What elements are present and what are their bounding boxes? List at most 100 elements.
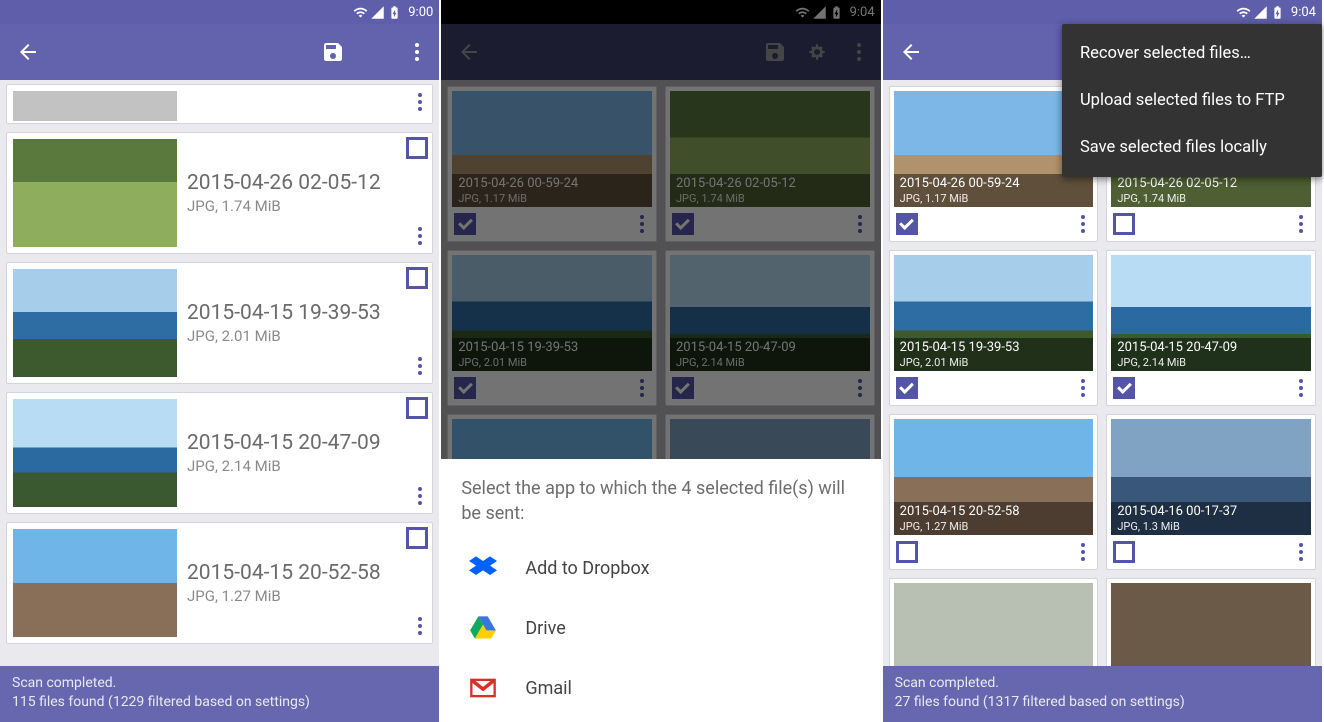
- grid-item[interactable]: 2015-04-15 19-39-53JPG, 2.01 MiB: [889, 250, 1099, 406]
- item-overflow-icon[interactable]: [852, 211, 868, 237]
- share-label: Gmail: [525, 678, 572, 699]
- item-title: 2015-04-26 00-59-24: [458, 176, 646, 192]
- share-label: Drive: [525, 618, 565, 639]
- screen-overflow-menu: 9:04 2015-04-26 00-59-24JPG, 1.17 MiB 20…: [883, 0, 1324, 722]
- item-checkbox[interactable]: [1113, 541, 1135, 563]
- item-title: 2015-04-26 02-05-12: [187, 171, 426, 195]
- menu-upload-ftp[interactable]: Upload selected files to FTP: [1062, 77, 1322, 124]
- grid-item[interactable]: 2015-04-26 02-05-12JPG, 1.74 MiB: [665, 86, 875, 242]
- item-overflow-icon[interactable]: [634, 375, 650, 401]
- item-subtitle: JPG, 2.14 MiB: [1117, 356, 1305, 370]
- thumbnail: 2015-04-15 19-39-53JPG, 2.01 MiB: [894, 255, 1094, 371]
- item-overflow-icon[interactable]: [1075, 375, 1091, 401]
- drive-icon: [469, 614, 497, 642]
- list-item[interactable]: 2015-04-26 02-05-12 JPG, 1.74 MiB: [6, 132, 433, 254]
- thumbnail: [13, 91, 177, 121]
- menu-recover[interactable]: Recover selected files…: [1062, 30, 1322, 77]
- item-overflow-icon[interactable]: [1293, 539, 1309, 565]
- item-subtitle: JPG, 1.17 MiB: [900, 192, 1088, 206]
- grid-item[interactable]: 2015-04-26 00-59-24JPG, 1.17 MiB: [447, 86, 657, 242]
- item-subtitle: JPG, 1.74 MiB: [187, 197, 426, 215]
- back-icon[interactable]: [16, 40, 40, 64]
- file-list: 2015-04-26 02-05-12 JPG, 1.74 MiB 2015-0…: [0, 80, 439, 722]
- item-checkbox[interactable]: [896, 377, 918, 399]
- item-checkbox[interactable]: [672, 377, 694, 399]
- item-overflow-icon[interactable]: [412, 89, 428, 115]
- cell-icon: [812, 5, 827, 20]
- overflow-icon[interactable]: [847, 40, 871, 64]
- footer-line1: Scan completed.: [12, 674, 427, 693]
- item-subtitle: JPG, 1.3 MiB: [1117, 520, 1305, 534]
- item-overflow-icon[interactable]: [412, 483, 428, 509]
- item-overflow-icon[interactable]: [1075, 211, 1091, 237]
- item-overflow-icon[interactable]: [852, 375, 868, 401]
- item-subtitle: JPG, 2.01 MiB: [900, 356, 1088, 370]
- clock-text: 9:04: [850, 5, 875, 20]
- thumbnail: 2015-04-16 00-17-37JPG, 1.3 MiB: [1111, 419, 1311, 535]
- grid-item[interactable]: 2015-04-15 20-52-58JPG, 1.27 MiB: [889, 414, 1099, 570]
- clock-text: 9:00: [408, 5, 433, 20]
- item-subtitle: JPG, 1.17 MiB: [458, 192, 646, 206]
- footer-line2: 27 files found (1317 filtered based on s…: [895, 693, 1310, 712]
- list-item[interactable]: 2015-04-15 19-39-53 JPG, 2.01 MiB: [6, 262, 433, 384]
- item-subtitle: JPG, 2.14 MiB: [187, 457, 426, 475]
- overflow-icon[interactable]: [405, 40, 429, 64]
- list-item[interactable]: 2015-04-15 20-52-58 JPG, 1.27 MiB: [6, 522, 433, 644]
- screen-share-sheet: 9:04 2015-04-26 00-59-24JPG, 1.17 MiB 20…: [441, 0, 882, 722]
- dropbox-icon: [469, 554, 497, 582]
- item-checkbox[interactable]: [406, 397, 428, 419]
- grid-item[interactable]: 2015-04-16 00-17-37JPG, 1.3 MiB: [1106, 414, 1316, 570]
- item-checkbox[interactable]: [454, 213, 476, 235]
- item-checkbox[interactable]: [896, 213, 918, 235]
- item-checkbox[interactable]: [672, 213, 694, 235]
- list-item[interactable]: [6, 84, 433, 124]
- item-overflow-icon[interactable]: [412, 353, 428, 379]
- item-overflow-icon[interactable]: [412, 613, 428, 639]
- cell-icon: [370, 5, 385, 20]
- item-overflow-icon[interactable]: [1293, 211, 1309, 237]
- thumbnail: [13, 139, 177, 247]
- save-icon[interactable]: [763, 40, 787, 64]
- item-checkbox[interactable]: [406, 527, 428, 549]
- share-dropbox[interactable]: Add to Dropbox: [461, 538, 860, 598]
- item-checkbox[interactable]: [406, 267, 428, 289]
- battery-charging-icon: [387, 5, 402, 20]
- menu-save-local[interactable]: Save selected files locally: [1062, 124, 1322, 171]
- item-subtitle: JPG, 2.01 MiB: [458, 356, 646, 370]
- app-bar: [441, 24, 880, 80]
- item-checkbox[interactable]: [1113, 213, 1135, 235]
- overflow-menu: Recover selected files… Upload selected …: [1062, 24, 1322, 177]
- status-footer: Scan completed. 27 files found (1317 fil…: [883, 666, 1322, 722]
- item-checkbox[interactable]: [896, 541, 918, 563]
- item-title: 2015-04-15 20-47-09: [187, 431, 426, 455]
- back-icon[interactable]: [457, 40, 481, 64]
- settings-icon[interactable]: [805, 40, 829, 64]
- item-checkbox[interactable]: [1113, 377, 1135, 399]
- grid-item[interactable]: 2015-04-15 20-47-09JPG, 2.14 MiB: [665, 250, 875, 406]
- share-gmail[interactable]: Gmail: [461, 658, 860, 718]
- grid-item[interactable]: 2015-04-15 19-39-53JPG, 2.01 MiB: [447, 250, 657, 406]
- thumbnail: 2015-04-15 20-47-09JPG, 2.14 MiB: [670, 255, 870, 371]
- item-checkbox[interactable]: [406, 137, 428, 159]
- list-item[interactable]: 2015-04-15 20-47-09 JPG, 2.14 MiB: [6, 392, 433, 514]
- item-overflow-icon[interactable]: [412, 223, 428, 249]
- item-title: 2015-04-15 20-47-09: [1117, 340, 1305, 356]
- item-subtitle: JPG, 1.27 MiB: [900, 520, 1088, 534]
- battery-charging-icon: [829, 5, 844, 20]
- item-overflow-icon[interactable]: [634, 211, 650, 237]
- gmail-icon: [469, 674, 497, 702]
- item-subtitle: JPG, 2.14 MiB: [676, 356, 864, 370]
- item-overflow-icon[interactable]: [1293, 375, 1309, 401]
- item-checkbox[interactable]: [454, 377, 476, 399]
- item-subtitle: JPG, 1.74 MiB: [676, 192, 864, 206]
- thumbnail: 2015-04-26 00-59-24JPG, 1.17 MiB: [452, 91, 652, 207]
- settings-icon[interactable]: [363, 40, 387, 64]
- share-drive[interactable]: Drive: [461, 598, 860, 658]
- grid-item[interactable]: 2015-04-15 20-47-09JPG, 2.14 MiB: [1106, 250, 1316, 406]
- thumbnail: 2015-04-26 02-05-12JPG, 1.74 MiB: [670, 91, 870, 207]
- save-icon[interactable]: [321, 40, 345, 64]
- back-icon[interactable]: [899, 40, 923, 64]
- thumbnail: [13, 529, 177, 637]
- footer-line1: Scan completed.: [895, 674, 1310, 693]
- item-overflow-icon[interactable]: [1075, 539, 1091, 565]
